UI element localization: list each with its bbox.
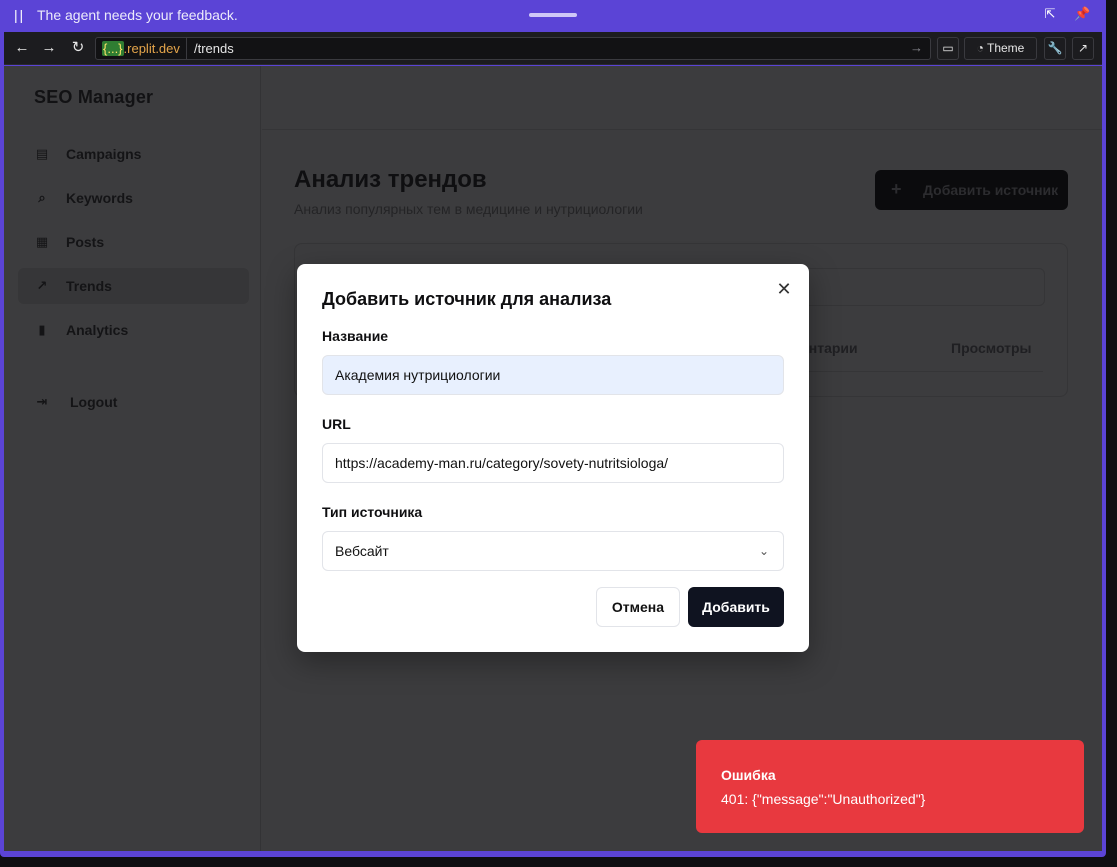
toast-title: Ошибка — [721, 767, 776, 783]
header — [262, 66, 1102, 130]
sidebar-item-posts[interactable]: ▦ Posts — [18, 224, 249, 260]
page-subtitle: Анализ популярных тем в медицине и нутри… — [294, 201, 643, 217]
forward-icon[interactable]: → — [40, 39, 58, 57]
devtools-button[interactable]: 🔧 — [1044, 37, 1066, 60]
bar-chart-icon: ▮ — [38, 322, 46, 337]
column-header-views: Просмотры — [951, 340, 1032, 356]
wrench-icon: 🔧 — [1047, 41, 1063, 55]
brand-title: SEO Manager — [34, 87, 154, 107]
source-type-select[interactable]: Вебсайт ⌄ — [322, 531, 784, 571]
monitor-icon: ▭ — [942, 41, 954, 55]
browser-toolbar: ← → ↻ {...}.replit.dev /trends → ▭ ◔ The… — [4, 32, 1102, 65]
devices-button[interactable]: ▭ — [937, 37, 959, 60]
pin-icon[interactable]: 📌 — [1074, 6, 1090, 22]
feedback-message: The agent needs your feedback. — [37, 7, 238, 23]
url-path[interactable]: /trends — [194, 41, 234, 56]
sidebar-item-campaigns[interactable]: ▤ Campaigns — [18, 136, 249, 172]
search-icon: ⌕ — [38, 190, 46, 205]
file-text-icon: ▤ — [35, 146, 49, 161]
name-label: Название — [322, 328, 389, 344]
error-toast[interactable]: Ошибка 401: {"message":"Unauthorized"} — [696, 740, 1084, 833]
filter-input[interactable] — [795, 268, 1045, 306]
pause-icon[interactable]: | | — [14, 7, 23, 23]
sidebar-item-trends[interactable]: ↗ Trends — [18, 268, 249, 304]
logout-icon: ⇥ — [36, 394, 48, 409]
sidebar-item-keywords[interactable]: ⌕ Keywords — [18, 180, 249, 216]
reload-icon[interactable]: ↻ — [69, 39, 87, 57]
open-new-tab-button[interactable]: ↗ — [1072, 37, 1094, 60]
agent-feedback-bar: | | The agent needs your feedback. ⇱ 📌 — [0, 0, 1106, 31]
external-link-icon: ↗ — [1077, 41, 1089, 55]
toast-message: 401: {"message":"Unauthorized"} — [721, 791, 926, 807]
source-type-label: Тип источника — [322, 504, 423, 520]
close-icon[interactable]: ✕ — [775, 280, 793, 298]
logout-button[interactable]: ⇥ Logout — [18, 384, 249, 420]
palette-icon: ◔ — [976, 41, 984, 55]
back-icon[interactable]: ← — [13, 39, 31, 57]
add-source-button[interactable]: + Добавить источник — [875, 170, 1068, 210]
page-title: Анализ трендов — [294, 166, 487, 193]
cancel-button[interactable]: Отмена — [596, 587, 680, 627]
theme-button[interactable]: ◔ Theme — [964, 37, 1037, 60]
add-source-dialog: Добавить источник для анализа ✕ Название… — [297, 264, 809, 652]
popout-icon[interactable]: ⇱ — [1042, 6, 1058, 22]
url-host: {...}.replit.dev — [102, 41, 180, 56]
sidebar-item-analytics[interactable]: ▮ Analytics — [18, 312, 249, 348]
go-arrow-icon[interactable]: → — [910, 40, 923, 55]
chevron-down-icon: ⌄ — [758, 544, 769, 558]
dialog-title: Добавить источник для анализа — [322, 289, 612, 309]
submit-button[interactable]: Добавить — [688, 587, 784, 627]
trending-up-icon: ↗ — [36, 278, 48, 293]
plus-icon: + — [891, 179, 902, 199]
url-field[interactable]: {...}.replit.dev /trends → — [95, 37, 931, 60]
column-header-comments: ентарии — [801, 340, 858, 356]
source-type-value: Вебсайт — [335, 543, 389, 559]
sidebar: SEO Manager ▤ Campaigns ⌕ Keywords ▦ Pos… — [4, 66, 261, 851]
url-input[interactable]: https://academy-man.ru/category/sovety-n… — [322, 443, 784, 483]
url-label: URL — [322, 416, 351, 432]
drag-handle[interactable] — [529, 13, 577, 17]
name-field[interactable]: Академия нутрициологии — [322, 355, 784, 395]
calendar-icon: ▦ — [35, 234, 49, 249]
